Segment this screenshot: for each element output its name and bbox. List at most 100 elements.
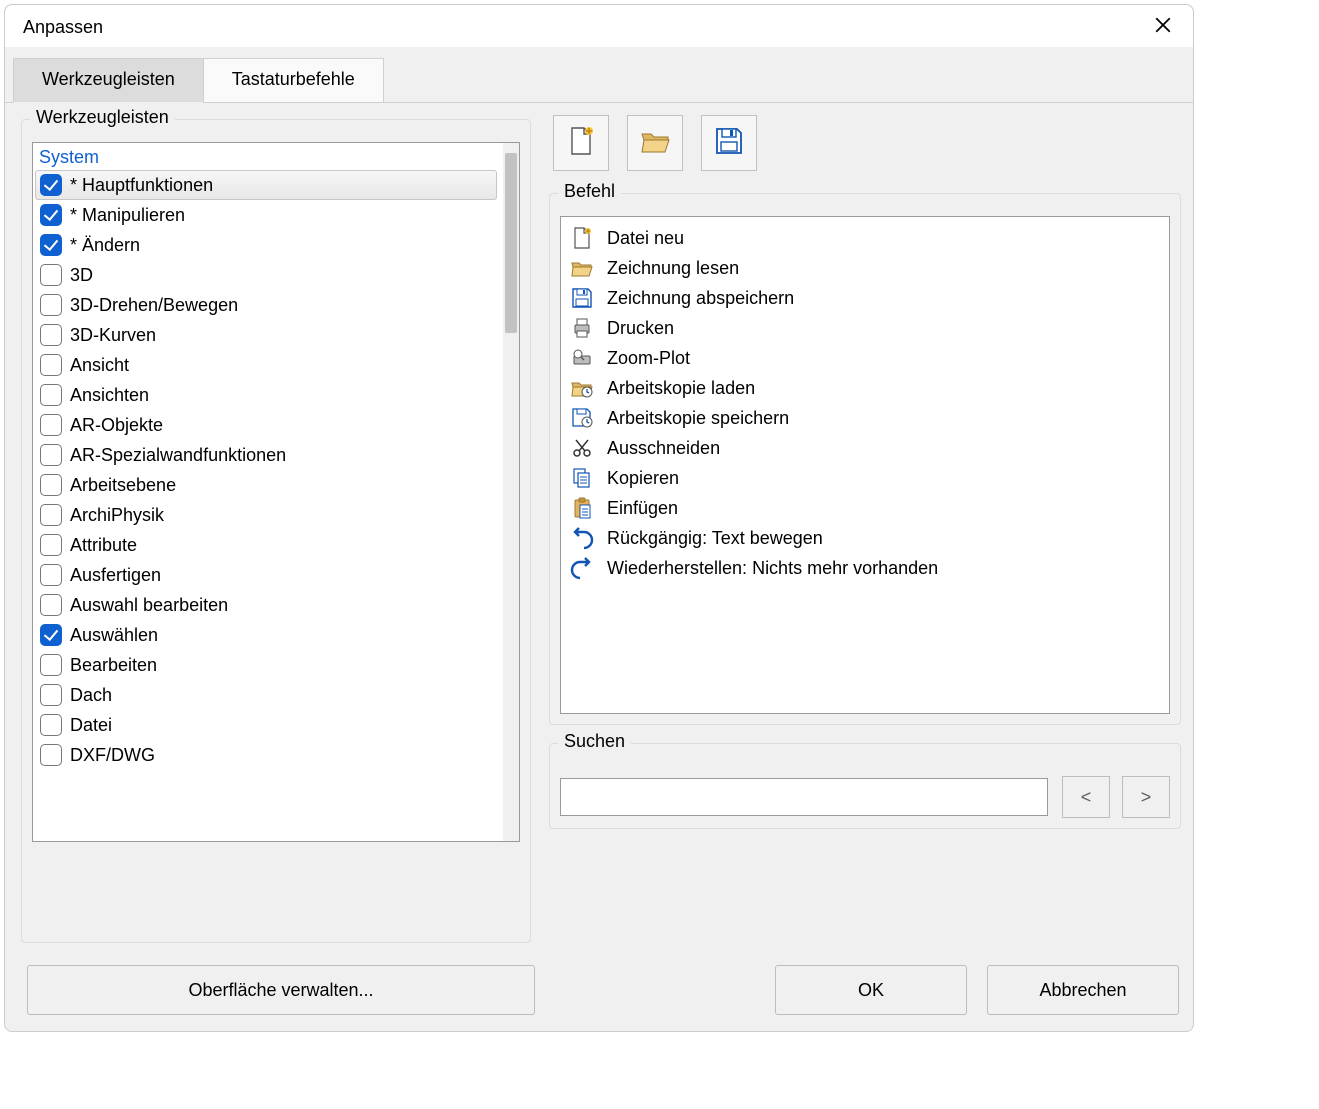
toolbar-item[interactable]: Bearbeiten bbox=[35, 650, 497, 680]
open-toolbar-button[interactable] bbox=[627, 115, 683, 171]
toolbar-item[interactable]: AR-Objekte bbox=[35, 410, 497, 440]
manage-ui-button[interactable]: Oberfläche verwalten... bbox=[27, 965, 535, 1015]
command-item[interactable]: Ausschneiden bbox=[567, 433, 1163, 463]
toolbar-checkbox[interactable] bbox=[40, 564, 62, 586]
command-item-label: Drucken bbox=[607, 318, 674, 339]
toolbar-checkbox[interactable] bbox=[40, 414, 62, 436]
toolbar-checkbox[interactable] bbox=[40, 354, 62, 376]
new-toolbar-button[interactable] bbox=[553, 115, 609, 171]
toolbar-checkbox[interactable] bbox=[40, 534, 62, 556]
command-item[interactable]: Arbeitskopie speichern bbox=[567, 403, 1163, 433]
toolbars-category-header: System bbox=[35, 145, 503, 170]
toolbar-checkbox[interactable] bbox=[40, 384, 62, 406]
toolbar-item[interactable]: DXF/DWG bbox=[35, 740, 497, 770]
toolbar-item[interactable]: * Manipulieren bbox=[35, 200, 497, 230]
toolbar-item[interactable]: Datei bbox=[35, 710, 497, 740]
toolbar-item-label: Bearbeiten bbox=[70, 655, 157, 676]
toolbar-checkbox[interactable] bbox=[40, 714, 62, 736]
toolbar-item-label: Ansicht bbox=[70, 355, 129, 376]
toolbar-item[interactable]: Arbeitsebene bbox=[35, 470, 497, 500]
command-item[interactable]: Arbeitskopie laden bbox=[567, 373, 1163, 403]
command-item-label: Wiederherstellen: Nichts mehr vorhanden bbox=[607, 558, 938, 579]
scrollbar-thumb[interactable] bbox=[505, 153, 517, 333]
tab-toolbars[interactable]: Werkzeugleisten bbox=[13, 58, 204, 103]
tabs: Werkzeugleisten Tastaturbefehle bbox=[5, 57, 1193, 102]
toolbar-checkbox[interactable] bbox=[40, 504, 62, 526]
command-item-label: Ausschneiden bbox=[607, 438, 720, 459]
toolbar-item-label: Datei bbox=[70, 715, 112, 736]
command-item-label: Zeichnung abspeichern bbox=[607, 288, 794, 309]
file-new-icon bbox=[569, 225, 595, 251]
toolbar-item[interactable]: AR-Spezialwandfunktionen bbox=[35, 440, 497, 470]
toolbar-item[interactable]: * Hauptfunktionen bbox=[35, 170, 497, 200]
save-icon bbox=[569, 285, 595, 311]
toolbar-item[interactable]: Dach bbox=[35, 680, 497, 710]
ok-button[interactable]: OK bbox=[775, 965, 967, 1015]
search-prev-button[interactable]: < bbox=[1062, 776, 1110, 818]
toolbar-item-label: AR-Objekte bbox=[70, 415, 163, 436]
load-copy-icon bbox=[569, 375, 595, 401]
close-button[interactable] bbox=[1149, 13, 1177, 41]
tab-shortcuts[interactable]: Tastaturbefehle bbox=[203, 58, 384, 103]
command-item-label: Zeichnung lesen bbox=[607, 258, 739, 279]
command-item[interactable]: Rückgängig: Text bewegen bbox=[567, 523, 1163, 553]
toolbar-checkbox[interactable] bbox=[40, 264, 62, 286]
search-group: Suchen < > bbox=[549, 743, 1181, 829]
toolbar-checkbox[interactable] bbox=[40, 654, 62, 676]
command-group-label: Befehl bbox=[558, 181, 621, 202]
command-list[interactable]: Datei neu Zeichnung lesen Zeichnung abspei… bbox=[560, 216, 1170, 714]
command-item[interactable]: Drucken bbox=[567, 313, 1163, 343]
toolbars-scrollbar[interactable] bbox=[503, 143, 519, 841]
save-copy-icon bbox=[569, 405, 595, 431]
toolbar-checkbox[interactable] bbox=[40, 174, 62, 196]
left-column: Werkzeugleisten System* Hauptfunktionen*… bbox=[21, 119, 531, 943]
command-item[interactable]: Datei neu bbox=[567, 223, 1163, 253]
toolbar-checkbox[interactable] bbox=[40, 444, 62, 466]
cancel-button[interactable]: Abbrechen bbox=[987, 965, 1179, 1015]
command-item[interactable]: Zeichnung lesen bbox=[567, 253, 1163, 283]
close-icon bbox=[1154, 16, 1172, 39]
command-item[interactable]: Zoom-Plot bbox=[567, 343, 1163, 373]
toolbar-checkbox[interactable] bbox=[40, 594, 62, 616]
toolbar-checkbox[interactable] bbox=[40, 474, 62, 496]
zoom-plot-icon bbox=[569, 345, 595, 371]
toolbar-item[interactable]: 3D bbox=[35, 260, 497, 290]
footer: Oberfläche verwalten... OK Abbrechen bbox=[5, 953, 1193, 1031]
command-item-label: Datei neu bbox=[607, 228, 684, 249]
toolbar-checkbox[interactable] bbox=[40, 324, 62, 346]
command-item[interactable]: Zeichnung abspeichern bbox=[567, 283, 1163, 313]
toolbar-item[interactable]: ArchiPhysik bbox=[35, 500, 497, 530]
toolbar-checkbox[interactable] bbox=[40, 744, 62, 766]
search-next-button[interactable]: > bbox=[1122, 776, 1170, 818]
toolbar-item-label: Auswählen bbox=[70, 625, 158, 646]
command-item[interactable]: Wiederherstellen: Nichts mehr vorhanden bbox=[567, 553, 1163, 583]
toolbar-item[interactable]: * Ändern bbox=[35, 230, 497, 260]
toolbar-item[interactable]: Ausfertigen bbox=[35, 560, 497, 590]
save-toolbar-button[interactable] bbox=[701, 115, 757, 171]
toolbar-file-buttons bbox=[549, 115, 1181, 171]
command-item-label: Arbeitskopie laden bbox=[607, 378, 755, 399]
titlebar: Anpassen bbox=[5, 5, 1193, 47]
toolbars-listbox[interactable]: System * Hauptfunktionen * Manipulieren * Ä… bbox=[32, 142, 520, 842]
toolbar-checkbox[interactable] bbox=[40, 234, 62, 256]
toolbar-checkbox[interactable] bbox=[40, 684, 62, 706]
print-icon bbox=[569, 315, 595, 341]
search-input[interactable] bbox=[560, 778, 1048, 816]
toolbar-checkbox[interactable] bbox=[40, 624, 62, 646]
toolbar-checkbox[interactable] bbox=[40, 204, 62, 226]
toolbar-item[interactable]: 3D-Kurven bbox=[35, 320, 497, 350]
toolbar-item[interactable]: 3D-Drehen/Bewegen bbox=[35, 290, 497, 320]
toolbar-item[interactable]: Ansicht bbox=[35, 350, 497, 380]
toolbar-item-label: 3D bbox=[70, 265, 93, 286]
toolbar-checkbox[interactable] bbox=[40, 294, 62, 316]
toolbar-item-label: * Hauptfunktionen bbox=[70, 175, 213, 196]
command-item[interactable]: Einfügen bbox=[567, 493, 1163, 523]
command-item[interactable]: Kopieren bbox=[567, 463, 1163, 493]
toolbar-item-label: * Manipulieren bbox=[70, 205, 185, 226]
toolbar-item[interactable]: Auswahl bearbeiten bbox=[35, 590, 497, 620]
toolbar-item[interactable]: Auswählen bbox=[35, 620, 497, 650]
toolbars-group: Werkzeugleisten System* Hauptfunktionen*… bbox=[21, 119, 531, 943]
toolbar-item[interactable]: Ansichten bbox=[35, 380, 497, 410]
tabs-area: Werkzeugleisten Tastaturbefehle bbox=[5, 47, 1193, 103]
toolbar-item[interactable]: Attribute bbox=[35, 530, 497, 560]
